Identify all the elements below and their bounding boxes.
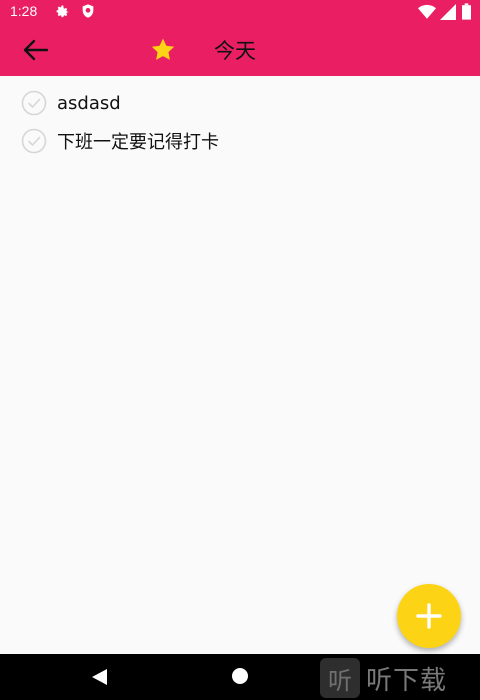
task-list: asdasd 下班一定要记得打卡 xyxy=(0,84,480,160)
list-item[interactable]: 下班一定要记得打卡 xyxy=(0,122,480,160)
wifi-icon xyxy=(418,4,436,19)
page-title: 今天 xyxy=(214,39,256,63)
watermark-badge: 听 xyxy=(320,658,360,698)
status-bar: 1:28 xyxy=(0,0,480,24)
back-button[interactable] xyxy=(18,36,52,64)
check-circle-icon[interactable] xyxy=(21,90,47,116)
battery-icon xyxy=(462,3,471,20)
task-text: 下班一定要记得打卡 xyxy=(57,132,219,153)
shield-icon xyxy=(82,4,94,18)
status-time: 1:28 xyxy=(10,3,38,19)
app-bar: 今天 xyxy=(0,24,480,76)
list-item[interactable]: asdasd xyxy=(0,84,480,122)
watermark-text: 听下载 xyxy=(366,665,448,696)
watermark: 听 听下载 xyxy=(320,658,480,698)
nav-back-icon[interactable] xyxy=(91,668,109,686)
star-icon[interactable] xyxy=(149,37,177,63)
add-task-button[interactable] xyxy=(397,584,461,648)
plus-icon xyxy=(416,603,442,629)
signal-icon xyxy=(440,4,456,20)
gear-icon xyxy=(56,5,69,18)
nav-home-icon[interactable] xyxy=(231,667,249,685)
arrow-left-icon xyxy=(23,39,49,61)
check-circle-icon[interactable] xyxy=(21,128,47,154)
task-text: asdasd xyxy=(57,92,121,114)
nav-bar: 听 听下载 xyxy=(0,654,480,700)
